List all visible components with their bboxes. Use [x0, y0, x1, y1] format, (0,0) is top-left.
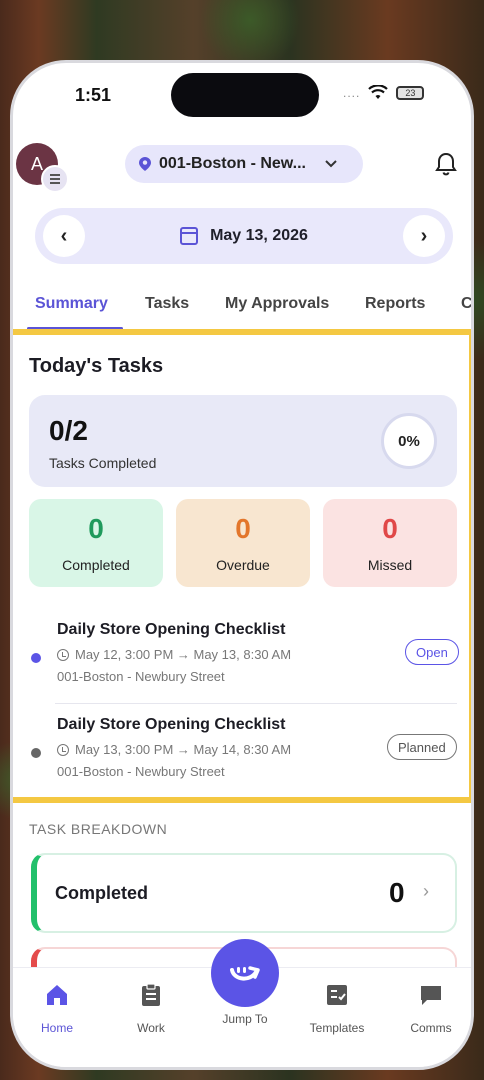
clock-icon: [57, 743, 69, 756]
task-title: Daily Store Opening Checklist: [57, 716, 286, 733]
avatar-initial: A: [30, 153, 43, 174]
clock-icon: [57, 648, 69, 661]
location-pin-icon: [139, 157, 151, 171]
breakdown-completed-card[interactable]: Completed 0 ›: [31, 853, 457, 933]
stat-overdue[interactable]: 0 Overdue: [176, 499, 310, 587]
tab-tasks[interactable]: Tasks: [145, 295, 189, 313]
task-location: 001-Boston - Newbury Street: [57, 764, 225, 779]
nav-work-label: Work: [137, 1021, 165, 1035]
status-icons: .... 23: [343, 85, 425, 101]
breakdown-completed-count: 0: [389, 877, 405, 908]
nav-templates[interactable]: Templates: [295, 982, 379, 1035]
templates-icon: [327, 985, 347, 1005]
completion-percent: 0%: [381, 413, 437, 469]
tab-bar: Summary Tasks My Approvals Reports C: [13, 285, 471, 331]
task-time-text: May 13, 3:00 PM → May 14, 8:30 AM: [75, 742, 292, 757]
todays-tasks-title: Today's Tasks: [29, 355, 164, 377]
location-selector[interactable]: 001-Boston - New...: [125, 145, 363, 183]
current-date[interactable]: May 13, 2026: [180, 227, 308, 245]
task-item[interactable]: Daily Store Opening Checklist May 13, 3:…: [29, 708, 459, 800]
chevron-down-icon: [325, 160, 337, 168]
next-day-button[interactable]: ›: [403, 215, 445, 257]
nav-home-label: Home: [40, 1021, 73, 1035]
battery-icon: 23: [396, 86, 425, 100]
phone-frame: 1:51 .... 23 A 001-Boston - New... ‹ May…: [10, 60, 474, 1070]
dynamic-island: [171, 73, 319, 117]
tasks-completed-count: 0/2: [49, 415, 88, 446]
task-location: 001-Boston - Newbury Street: [57, 669, 225, 684]
menu-icon[interactable]: [41, 165, 69, 193]
date-label: May 13, 2026: [210, 227, 308, 244]
nav-home[interactable]: Home: [15, 982, 99, 1035]
stat-overdue-label: Overdue: [216, 557, 270, 573]
breakdown-completed-label: Completed: [55, 883, 149, 903]
task-time-text: May 12, 3:00 PM → May 13, 8:30 AM: [75, 647, 292, 662]
status-badge-planned: Planned: [387, 734, 457, 760]
date-selector: ‹ May 13, 2026 ›: [35, 208, 453, 264]
previous-day-button[interactable]: ‹: [43, 215, 85, 257]
nav-work[interactable]: Work: [109, 982, 193, 1035]
location-label: 001-Boston - New...: [159, 155, 306, 172]
notification-bell-icon[interactable]: [433, 151, 459, 177]
tab-summary[interactable]: Summary: [35, 295, 108, 313]
home-icon: [47, 985, 67, 1005]
clipboard-icon: [142, 983, 160, 1006]
task-status-dot: [31, 653, 41, 663]
stat-missed-value: 0: [382, 513, 398, 544]
chat-icon: [421, 986, 441, 1005]
calendar-icon: [180, 227, 199, 245]
jump-icon: [230, 966, 260, 981]
task-title: Daily Store Opening Checklist: [57, 621, 286, 638]
wifi-icon: [368, 85, 389, 99]
nav-jump-to-label: Jump To: [222, 1012, 268, 1026]
task-time: May 12, 3:00 PM → May 13, 8:30 AM: [57, 647, 291, 662]
nav-comms[interactable]: Comms: [389, 982, 471, 1035]
task-divider: [55, 703, 457, 704]
chevron-right-icon: ›: [420, 224, 428, 247]
stat-missed-label: Missed: [367, 557, 413, 573]
tasks-summary-card: 0/2 Tasks Completed 0%: [29, 395, 457, 487]
task-status-dot: [31, 748, 41, 758]
tab-my-approvals[interactable]: My Approvals: [225, 295, 329, 313]
tab-more[interactable]: C: [461, 295, 471, 313]
stat-completed[interactable]: 0 Completed: [29, 499, 163, 587]
stat-completed-value: 0: [88, 513, 104, 544]
nav-templates-label: Templates: [309, 1021, 365, 1035]
jump-to-button[interactable]: [211, 939, 279, 1007]
stat-missed[interactable]: 0 Missed: [323, 499, 457, 587]
status-badge-open: Open: [405, 639, 459, 665]
signal-dots: ....: [343, 86, 361, 100]
chevron-right-icon: ›: [423, 881, 429, 901]
chevron-left-icon: ‹: [60, 224, 68, 247]
tasks-completed-label: Tasks Completed: [49, 455, 157, 471]
task-breakdown-title: TASK BREAKDOWN: [29, 821, 168, 837]
tab-reports[interactable]: Reports: [365, 295, 425, 313]
stat-overdue-value: 0: [235, 513, 251, 544]
nav-comms-label: Comms: [410, 1021, 452, 1035]
stat-completed-label: Completed: [62, 557, 130, 573]
task-time: May 13, 3:00 PM → May 14, 8:30 AM: [57, 742, 291, 757]
status-time: 1:51: [75, 85, 112, 105]
task-item[interactable]: Daily Store Opening Checklist May 12, 3:…: [29, 613, 459, 705]
